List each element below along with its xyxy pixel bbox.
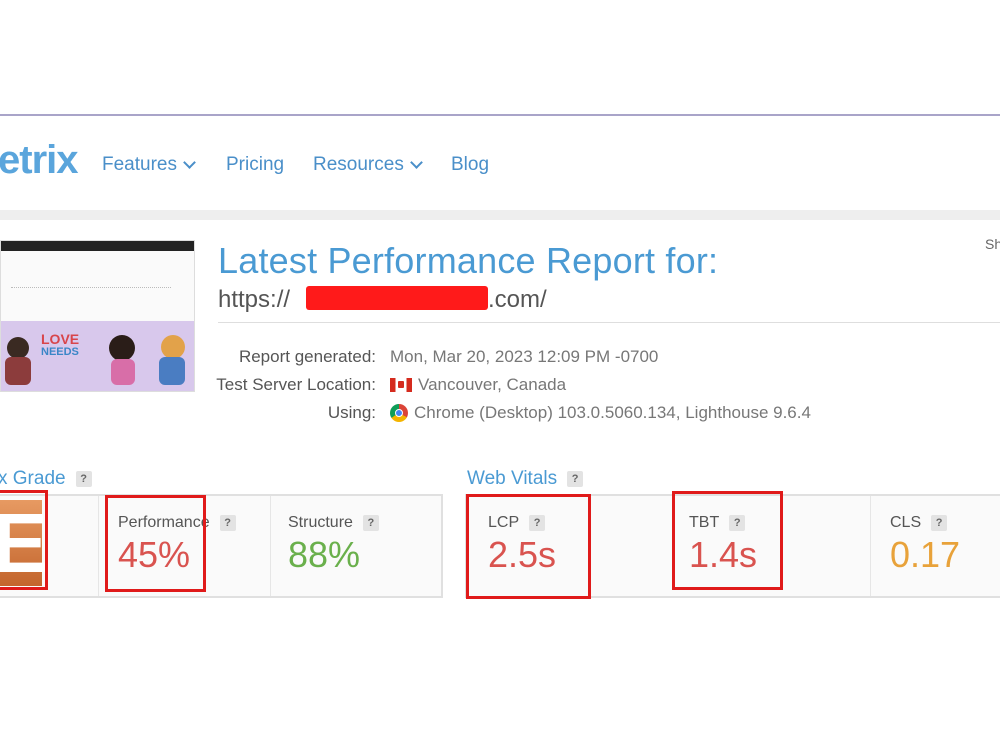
help-icon[interactable]: ? [362, 515, 379, 531]
page-screenshot-thumbnail[interactable]: LOVE NEEDS [0, 240, 195, 392]
help-icon[interactable]: ? [567, 471, 584, 487]
tbt-highlight-box [672, 491, 783, 590]
report-generated-value: Mon, Mar 20, 2023 12:09 PM -0700 [390, 347, 659, 366]
cls-value: 0.17 [890, 534, 961, 575]
grade-cell-divider [270, 496, 271, 596]
share-link[interactable]: Sh [985, 236, 1000, 252]
nav-pricing-label: Pricing [226, 154, 285, 175]
help-icon[interactable]: ? [219, 515, 236, 531]
thumbnail-browser-bar [1, 241, 194, 251]
cls-label: CLS ? [890, 514, 948, 532]
report-url-prefix: https:// [218, 286, 291, 313]
nav-blog[interactable]: Blog [451, 154, 489, 176]
performance-highlight-box [105, 495, 206, 592]
vitals-cell-divider [870, 496, 871, 596]
help-icon[interactable]: ? [931, 515, 948, 531]
header-separator [0, 210, 1000, 220]
nav-resources-label: Resources [313, 154, 404, 175]
nav-features[interactable]: Features [102, 154, 196, 176]
nav-pricing[interactable]: Pricing [226, 154, 284, 176]
server-location-value: Vancouver, Canada [390, 375, 566, 395]
nav-features-label: Features [102, 154, 177, 175]
using-label: Using: [327, 403, 376, 422]
structure-score: 88% [288, 534, 361, 575]
grade-highlight-box [0, 490, 48, 590]
grade-cell-divider [98, 496, 99, 596]
report-generated-row: Report generated: Mon, Mar 20, 2023 12:0… [0, 347, 1000, 369]
canada-flag-icon [390, 378, 412, 392]
using-row: Using: Chrome (Desktop) 103.0.5060.134, … [0, 403, 1000, 425]
server-location-row: Test Server Location: Vancouver, Canada [0, 375, 1000, 397]
gtmetrix-logo[interactable]: etrix [0, 138, 78, 183]
page-title: Latest Performance Report for: [218, 240, 719, 281]
lcp-highlight-box [466, 494, 591, 599]
report-url-suffix: .com/ [488, 286, 547, 313]
chevron-down-icon [409, 156, 423, 169]
url-redaction-mark [306, 286, 488, 310]
help-icon[interactable]: ? [75, 471, 92, 487]
report-generated-label: Report generated: [238, 347, 376, 366]
thumbnail-menu-line [11, 287, 171, 292]
grade-section-title: x Grade ? [0, 468, 92, 490]
server-location-label: Test Server Location: [216, 375, 376, 394]
chevron-down-icon [183, 156, 196, 169]
chrome-icon [390, 404, 408, 422]
title-divider [218, 322, 1000, 323]
thumbnail-page-header [1, 251, 194, 321]
web-vitals-title: Web Vitals ? [467, 468, 584, 490]
structure-label: Structure ? [288, 514, 379, 532]
nav-resources[interactable]: Resources [313, 154, 423, 176]
nav-blog-label: Blog [451, 154, 490, 175]
using-value: Chrome (Desktop) 103.0.5060.134, Lightho… [390, 403, 811, 423]
grade-panel [0, 494, 443, 598]
